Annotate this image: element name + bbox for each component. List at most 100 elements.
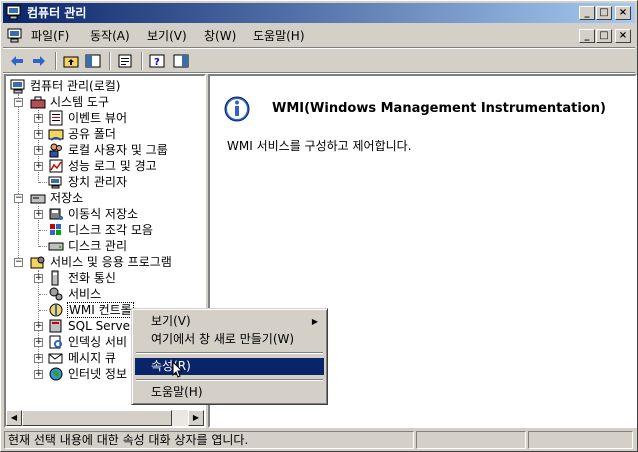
context-view-item[interactable]: 보기(V) ▶ <box>135 313 324 330</box>
tree-node-label: WMI 컨트롤 <box>67 302 134 318</box>
mdi-minimize-button[interactable]: _ <box>579 29 595 43</box>
indexing-icon <box>49 335 62 349</box>
computer-management-icon <box>6 5 21 20</box>
details-description: WMI 서비스를 구성하고 제어합니다. <box>227 139 412 153</box>
status-text: 현재 선택 내용에 대한 속성 대화 상자를 엽니다. <box>4 431 414 449</box>
help-icon: ? <box>149 54 165 68</box>
sql-server-icon <box>49 319 62 333</box>
tree-node-label: 로컬 사용자 및 그룹 <box>68 143 168 157</box>
up-one-level-button[interactable] <box>61 52 81 70</box>
tree-node-defrag[interactable]: 디스크 조각 모음 <box>48 222 200 238</box>
tree-node-shared-folders[interactable]: 공유 폴더 <box>48 126 200 142</box>
tree-node-disk-management[interactable]: 디스크 관리 <box>48 238 200 254</box>
tree-connector <box>39 230 47 231</box>
scroll-right-button[interactable]: ▶ <box>188 410 204 426</box>
properties-toolbar-button[interactable] <box>115 52 135 70</box>
tree-node-label: 컴퓨터 관리(로컬) <box>30 79 121 93</box>
mdi-document-icon[interactable] <box>7 28 23 43</box>
expand-shared-folders[interactable]: + <box>34 130 43 139</box>
tree-node-perf-logs[interactable]: 성능 로그 및 경고 <box>48 158 200 174</box>
title-bar[interactable]: 컴퓨터 관리 _ □ × <box>3 3 635 23</box>
tree-connector <box>39 310 47 311</box>
show-hide-tree-button[interactable] <box>83 52 103 70</box>
tree-node-label: 서비스 <box>68 287 102 301</box>
expand-perf-logs[interactable]: + <box>34 162 43 171</box>
context-new-window-item[interactable]: 여기에서 창 새로 만들기(W) <box>135 331 324 348</box>
toolbar-separator <box>109 52 111 70</box>
maximize-button[interactable]: □ <box>596 6 612 20</box>
status-panel-2 <box>416 431 526 449</box>
tree-horizontal-scrollbar[interactable]: ◀ ▶ <box>6 410 204 426</box>
scroll-left-button[interactable]: ◀ <box>6 410 22 426</box>
tree-node-label: 디스크 조각 모음 <box>68 223 153 237</box>
tree-node-label: SQL Serve <box>68 319 130 333</box>
services-apps-icon <box>30 256 45 269</box>
tree-node-telephony[interactable]: 전화 통신 <box>48 270 200 286</box>
status-panel-3 <box>528 431 633 449</box>
tree-node-label: 메시지 큐 <box>68 351 116 365</box>
minimize-button[interactable]: _ <box>579 6 595 20</box>
expand-telephony[interactable]: + <box>34 274 43 283</box>
storage-icon <box>30 194 46 204</box>
menu-action[interactable]: 동작(A) <box>88 28 132 45</box>
svg-text:?: ? <box>154 57 160 68</box>
tree-node-system-tools[interactable]: 시스템 도구 <box>30 94 200 110</box>
scroll-thumb[interactable] <box>22 410 172 426</box>
message-queue-icon <box>48 353 63 364</box>
defrag-icon <box>50 224 61 235</box>
mdi-restore-button[interactable]: □ <box>596 29 612 43</box>
computer-icon <box>10 79 25 94</box>
back-button[interactable] <box>7 52 27 70</box>
menu-view[interactable]: 보기(V) <box>145 28 189 45</box>
tree-node-event-viewer[interactable]: 이벤트 뷰어 <box>48 110 200 126</box>
context-separator <box>136 379 323 381</box>
expand-sql-server[interactable]: + <box>34 322 43 331</box>
mdi-close-button[interactable]: × <box>615 29 631 43</box>
tree-node-device-manager[interactable]: 장치 관리자 <box>48 174 200 190</box>
tree-connector <box>39 294 47 295</box>
tree-node-local-users[interactable]: 로컬 사용자 및 그룹 <box>48 142 200 158</box>
menu-file[interactable]: 파일(F) <box>29 28 71 45</box>
submenu-arrow-icon: ▶ <box>311 317 318 326</box>
tree-node-label: 인터넷 정보 <box>68 367 128 381</box>
close-button[interactable]: × <box>615 6 631 20</box>
expand-event-viewer[interactable]: + <box>34 114 43 123</box>
toolbar-separator <box>141 52 143 70</box>
tree-node-services-apps[interactable]: 서비스 및 응용 프로그램 <box>30 254 200 270</box>
menu-window[interactable]: 창(W) <box>202 28 238 45</box>
tree-node-storage[interactable]: 저장소 <box>30 190 200 206</box>
tree-node-services[interactable]: 서비스 <box>48 286 200 302</box>
tree-node-label: 서비스 및 응용 프로그램 <box>50 255 172 269</box>
window-title: 컴퓨터 관리 <box>27 6 87 20</box>
forward-button[interactable] <box>29 52 49 70</box>
expand-indexing[interactable]: + <box>34 338 43 347</box>
users-icon <box>49 143 62 158</box>
toolbar-separator <box>55 52 57 70</box>
menu-bar: 파일(F) 동작(A) 보기(V) 창(W) 도움말(H) _ □ × <box>3 25 635 47</box>
collapse-services-apps[interactable]: − <box>14 258 23 267</box>
show-hide-action-pane-button[interactable] <box>171 52 191 70</box>
menu-separator <box>3 47 635 49</box>
tree-connector <box>39 182 47 183</box>
toolbox-icon <box>30 96 46 109</box>
removable-storage-icon <box>49 208 63 220</box>
context-help-item[interactable]: 도움말(H) <box>135 384 324 401</box>
tree-node-root[interactable]: 컴퓨터 관리(로컬) <box>10 78 200 94</box>
internet-info-icon <box>49 367 63 381</box>
menu-help[interactable]: 도움말(H) <box>251 28 307 45</box>
context-properties-item[interactable]: 속성(R) <box>135 358 324 375</box>
collapse-storage[interactable]: − <box>14 194 23 203</box>
help-toolbar-button[interactable]: ? <box>147 52 167 70</box>
tree-node-label: 이동식 저장소 <box>68 207 139 221</box>
tree-connector <box>18 94 19 266</box>
services-gear-icon <box>49 287 63 301</box>
performance-icon <box>49 159 63 173</box>
forward-arrow-icon <box>33 56 45 66</box>
expand-local-users[interactable]: + <box>34 146 43 155</box>
collapse-system-tools[interactable]: − <box>14 98 23 107</box>
device-manager-icon <box>48 176 62 189</box>
tree-node-removable-storage[interactable]: 이동식 저장소 <box>48 206 200 222</box>
expand-message-queue[interactable]: + <box>34 354 43 363</box>
expand-internet-info[interactable]: + <box>34 370 43 379</box>
expand-removable-storage[interactable]: + <box>34 210 43 219</box>
